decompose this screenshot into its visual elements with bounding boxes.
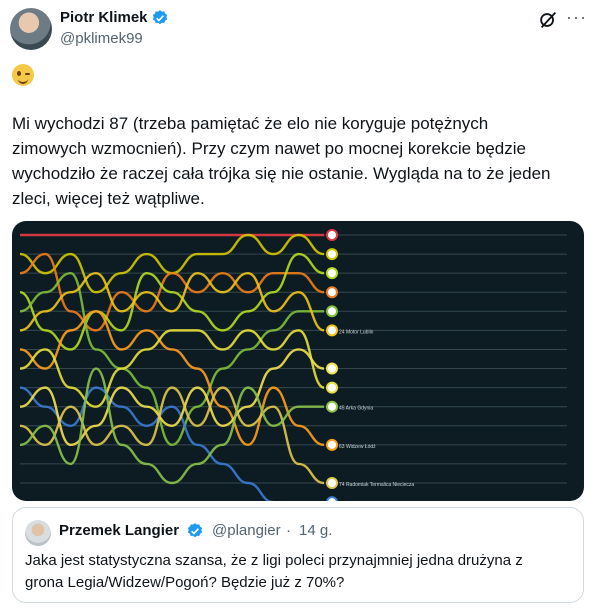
- team-badge: [326, 248, 338, 261]
- quoted-author-avatar: [25, 520, 51, 546]
- series-line: [19, 386, 325, 485]
- series-line: [19, 233, 325, 294]
- series-line: [19, 252, 325, 351]
- author-name[interactable]: Piotr Klimek: [60, 9, 148, 26]
- team-badge: [326, 400, 338, 413]
- team-badge: [326, 324, 338, 337]
- series-line: [19, 271, 325, 332]
- team-label: 45 Arka Gdynia: [339, 406, 373, 412]
- team-badge: [326, 438, 338, 451]
- quoted-author-name: Przemek Langier: [59, 522, 180, 539]
- team-badge: [326, 229, 338, 241]
- team-badge: [326, 362, 338, 375]
- chart-image[interactable]: 24 Motor Lublin 45 Arka Gdynia 63 Widzew Ł…: [12, 221, 584, 501]
- tweet-header: Piotr Klimek @pklimek99 ···: [0, 0, 600, 60]
- author-avatar[interactable]: [10, 8, 52, 50]
- grok-icon[interactable]: [537, 9, 559, 31]
- elo-position-chart: 24 Motor Lublin 45 Arka Gdynia 63 Widzew Ł…: [19, 229, 567, 501]
- verified-badge-icon: [152, 10, 168, 25]
- quoted-timestamp: 14 g.: [299, 522, 333, 539]
- series-line: [19, 271, 324, 447]
- verified-badge-icon: [187, 523, 203, 538]
- team-badge: [326, 286, 338, 299]
- more-options-button[interactable]: ···: [566, 8, 587, 26]
- quoted-text: Jaka jest statystyczna szansa, że z ligi…: [25, 552, 523, 591]
- separator: ·: [286, 522, 291, 539]
- author-handle[interactable]: @pklimek99: [60, 30, 143, 47]
- team-badge: [326, 381, 338, 394]
- team-label: 24 Motor Lublin: [339, 329, 374, 335]
- winking-face-icon: [12, 64, 34, 86]
- team-label: 74 Radomiak Termalica Nieciecza: [339, 482, 414, 488]
- team-badge: [326, 305, 338, 318]
- quoted-tweet[interactable]: Przemek Langier @plangier · 14 g. Jaka j…: [12, 507, 584, 603]
- team-badge: [326, 267, 338, 280]
- team-label: 63 Widzew Łódź: [339, 444, 376, 450]
- series-line: [19, 348, 325, 447]
- team-badge: [326, 477, 338, 489]
- tweet-text: Mi wychodzi 87 (trzeba pamiętać że elo n…: [12, 114, 551, 208]
- quoted-author-handle: @plangier: [212, 522, 281, 539]
- team-badge: [326, 496, 338, 501]
